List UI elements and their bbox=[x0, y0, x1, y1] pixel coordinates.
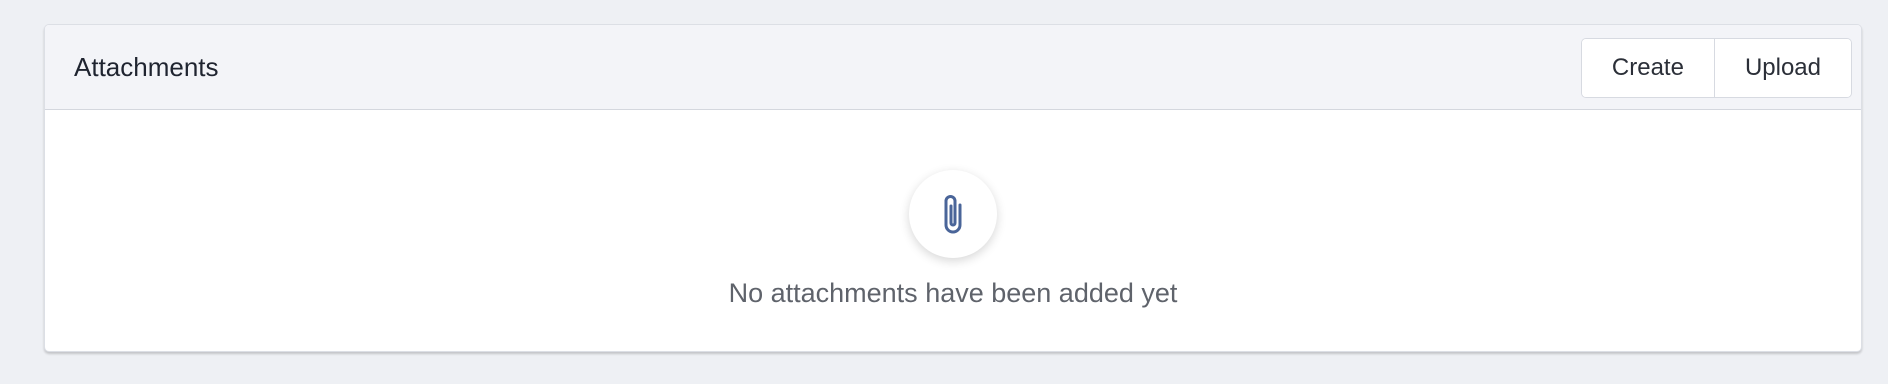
paperclip-icon bbox=[944, 195, 962, 234]
empty-state: No attachments have been added yet bbox=[45, 110, 1861, 351]
paperclip-icon-badge bbox=[909, 170, 997, 258]
create-button[interactable]: Create bbox=[1581, 39, 1714, 97]
panel-title: Attachments bbox=[74, 52, 219, 82]
attachments-panel: Attachments Create Upload No attachments… bbox=[44, 24, 1862, 352]
panel-header: Attachments Create Upload bbox=[45, 25, 1861, 110]
empty-state-message: No attachments have been added yet bbox=[728, 278, 1178, 308]
upload-button[interactable]: Upload bbox=[1713, 39, 1851, 97]
action-button-group: Create Upload bbox=[1580, 38, 1852, 98]
